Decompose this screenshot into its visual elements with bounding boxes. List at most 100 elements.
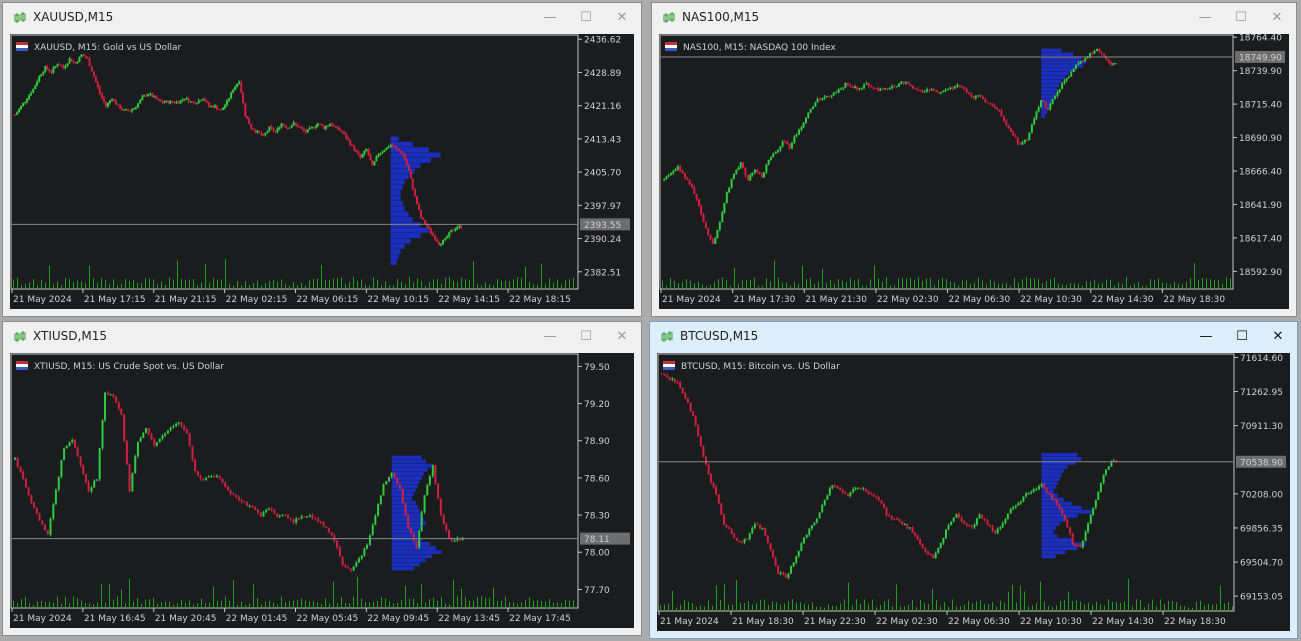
- candle-body: [886, 88, 889, 90]
- chart-area[interactable]: 78.11 79.50 79.20 78.90 78.60 78.30 78.00 77.70…: [10, 353, 634, 628]
- candle-body: [185, 98, 188, 100]
- chart-area[interactable]: 2393.55 2436.62 2428.89 2421.16 2413.43 2405.…: [10, 34, 634, 309]
- candle-body: [94, 76, 97, 82]
- volume-bar: [682, 282, 683, 289]
- candle-body: [16, 112, 19, 115]
- candle-body: [68, 441, 71, 447]
- candle-body: [179, 100, 182, 104]
- candle-body: [284, 125, 287, 128]
- y-axis-tick-label: 71614.60: [1240, 354, 1283, 364]
- candle-body: [397, 148, 400, 151]
- candle-body: [844, 492, 847, 494]
- candle-body: [153, 96, 156, 98]
- close-button[interactable]: ✕: [611, 327, 633, 347]
- volume-bar: [377, 601, 378, 608]
- x-axis-tick-label: 22 May 13:45: [438, 614, 500, 624]
- candle-body: [52, 504, 55, 519]
- minimize-button[interactable]: —: [539, 8, 561, 28]
- tick-volume-histogram: [13, 576, 574, 608]
- volume-bar: [1036, 602, 1037, 611]
- volume-bar: [201, 598, 202, 608]
- volume-bar: [377, 279, 378, 289]
- candle-body: [324, 126, 327, 129]
- volume-bar: [876, 607, 877, 611]
- volume-bar: [1002, 283, 1003, 289]
- close-button[interactable]: ✕: [611, 8, 633, 28]
- volume-bar: [457, 282, 458, 289]
- xauusd-chart-window[interactable]: XAUUSD,M15 — ☐ ✕ 2393.55 2436.62 2428.89 24…: [2, 2, 642, 317]
- candle-body: [1009, 128, 1012, 132]
- candle-body: [884, 88, 887, 90]
- volume-bar: [513, 602, 514, 608]
- close-button[interactable]: ✕: [1266, 8, 1288, 28]
- volume-bar: [1224, 603, 1225, 611]
- window-title-bar[interactable]: XTIUSD,M15 — ☐ ✕: [3, 322, 641, 352]
- xtiusd-chart-window[interactable]: XTIUSD,M15 — ☐ ✕ 78.11 79.50 79.20 78.90 78.…: [2, 321, 642, 636]
- price-chart[interactable]: 2393.552436.622428.892421.162413.432405.…: [10, 34, 634, 309]
- volume-bar: [662, 280, 663, 289]
- volume-profile-bar: [1041, 517, 1066, 522]
- volume-bar: [1096, 601, 1097, 611]
- candle-body: [674, 169, 677, 171]
- window-title-bar[interactable]: NAS100,M15 — ☐ ✕: [652, 3, 1296, 33]
- candle-body: [403, 153, 406, 160]
- volume-bar: [201, 282, 202, 289]
- candle-body: [781, 141, 784, 147]
- candle-body: [223, 105, 226, 108]
- volume-bar: [285, 602, 286, 608]
- minimize-button[interactable]: —: [1194, 8, 1216, 28]
- volume-bar: [513, 279, 514, 289]
- candle-body: [921, 544, 924, 549]
- x-axis-tick-label: 21 May 2024: [660, 617, 719, 627]
- candle-body: [1091, 53, 1094, 55]
- close-button[interactable]: ✕: [1267, 327, 1289, 347]
- volume-bar: [553, 602, 554, 608]
- maximize-button[interactable]: ☐: [1230, 8, 1252, 28]
- price-chart[interactable]: 70538.9071614.6071262.9570911.3070208.00…: [657, 353, 1290, 631]
- candle-body: [112, 394, 115, 397]
- maximize-button[interactable]: ☐: [575, 327, 597, 347]
- minimize-button[interactable]: —: [539, 327, 561, 347]
- chart-area[interactable]: 70538.90 71614.60 71262.95 70911.30 70208.00…: [657, 353, 1290, 631]
- volume-bar: [984, 604, 985, 611]
- volume-bar: [505, 280, 506, 289]
- volume-bar: [225, 596, 226, 608]
- price-chart[interactable]: 18749.9018764.4018739.9018715.4018690.90…: [659, 34, 1289, 309]
- maximize-button[interactable]: ☐: [1231, 327, 1253, 347]
- volume-profile-bar: [391, 467, 428, 472]
- x-axis-tick-label: 21 May 2024: [662, 295, 721, 305]
- btcusd-chart-window[interactable]: BTCUSD,M15 — ☐ ✕ 70538.90 71614.60 71262.9…: [649, 321, 1298, 639]
- volume-bar: [573, 600, 574, 608]
- volume-bar: [33, 278, 34, 289]
- volume-bar: [565, 599, 566, 608]
- candle-body: [1089, 514, 1092, 524]
- candle-body: [60, 459, 63, 477]
- candle-body: [1076, 545, 1079, 547]
- volume-bar: [557, 279, 558, 289]
- volume-bar: [1054, 277, 1055, 289]
- price-chart[interactable]: 78.1179.5079.2078.9078.6078.3078.0077.70…: [10, 353, 634, 628]
- candle-body: [718, 222, 721, 230]
- volume-profile-bar: [1041, 114, 1046, 118]
- symbol-flag-icon: [665, 48, 677, 51]
- candle-body: [127, 109, 130, 111]
- volume-bar: [221, 279, 222, 289]
- volume-bar: [69, 603, 70, 608]
- chart-area[interactable]: 18749.90 18764.40 18739.90 18715.40 18690.90…: [659, 34, 1289, 309]
- volume-bar: [453, 579, 454, 608]
- window-title-bar[interactable]: BTCUSD,M15 — ☐ ✕: [650, 322, 1297, 352]
- maximize-button[interactable]: ☐: [575, 8, 597, 28]
- candle-body: [434, 235, 437, 240]
- candle-body: [235, 494, 238, 498]
- candle-body: [1100, 52, 1103, 54]
- nas100-chart-window[interactable]: NAS100,M15 — ☐ ✕ 18749.90 18764.40 18739.9…: [651, 2, 1297, 317]
- candle-body: [341, 556, 344, 566]
- volume-bar: [1102, 282, 1103, 289]
- window-title-bar[interactable]: XAUUSD,M15 — ☐ ✕: [3, 3, 641, 33]
- volume-bar: [1034, 278, 1035, 289]
- minimize-button[interactable]: —: [1195, 327, 1217, 347]
- volume-bar: [1058, 283, 1059, 289]
- candle-body: [58, 64, 61, 66]
- volume-bar: [950, 281, 951, 289]
- volume-bar: [910, 277, 911, 289]
